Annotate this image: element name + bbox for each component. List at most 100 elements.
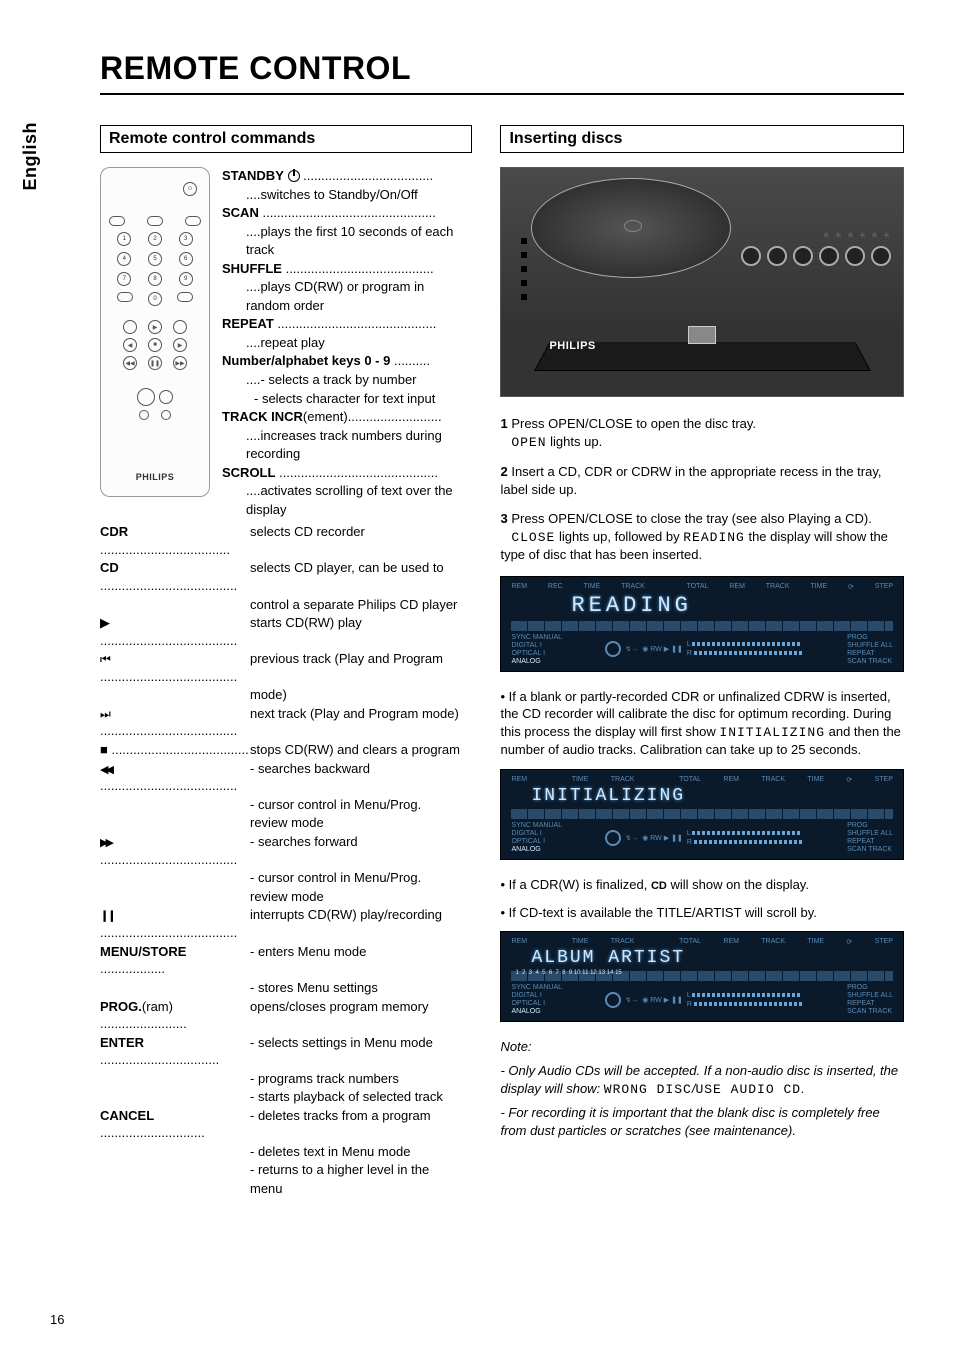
cmd-lead: [100, 1180, 250, 1198]
cmd-numkeys-desc2: - selects character for text input: [222, 390, 453, 408]
cmd-row: ......................................pr…: [100, 650, 472, 685]
bullet-cdtext: • If CD-text is available the TITLE/ARTI…: [500, 904, 904, 922]
remote-cancel: [161, 410, 171, 420]
cmd-lead: [100, 869, 250, 887]
cmd-desc: stops CD(RW) and clears a program: [250, 741, 472, 759]
jog-icon: [605, 641, 621, 657]
column-left: Remote control commands ⏻ 1 2 3 4 5: [100, 125, 472, 1199]
cmd-desc: - deletes tracks from a program: [250, 1107, 472, 1142]
cmd-lead: [100, 1143, 250, 1161]
device-illustration: ⦿⦿⦿⦿⦿⦿ PHILIPS: [500, 167, 904, 397]
step-3-lcd1: CLOSE: [511, 530, 555, 545]
remote-navpad: ▶ ◀ ▶ ■ ◀◀ ▶▶ ❚❚: [123, 320, 187, 384]
remote-prog: [159, 390, 173, 404]
note-2: - For recording it is important that the…: [500, 1104, 904, 1139]
step-1-lcd: OPEN: [511, 435, 546, 450]
display-trackbar: [511, 621, 893, 631]
note-title: Note:: [500, 1038, 904, 1056]
display-bottom-row: SYNC MANUAL DIGITAL I OPTICAL I ANALOG ↯…: [511, 634, 893, 665]
content-columns: Remote control commands ⏻ 1 2 3 4 5: [100, 125, 904, 1199]
remote-btn-scroll: [177, 292, 193, 302]
cmd-desc: - returns to a higher level in the: [250, 1161, 472, 1179]
cmd-lead: [100, 1088, 250, 1106]
remote-btn-scan: [109, 216, 125, 226]
cmd-repeat-label: REPEAT: [222, 316, 274, 331]
remote-nav-cdr: [123, 320, 137, 334]
power-icon: [288, 170, 300, 182]
cmd-desc: selects CD player, can be used to: [250, 559, 472, 594]
cmd-numkeys-desc: ....- selects a track by number: [222, 371, 453, 389]
prev-icon: [100, 650, 111, 668]
note-block: Note: - Only Audio CDs will be accepted.…: [500, 1038, 904, 1139]
device-knobs: [741, 246, 891, 266]
cmd-desc: - programs track numbers: [250, 1070, 472, 1088]
cmd-scan-dots: ........................................…: [262, 205, 435, 220]
display-panel-reading: REMRECTIMETRACKTOTALREMTRACKTIME⟳STEP RE…: [500, 576, 904, 672]
cmd-row: - cursor control in Menu/Prog.: [100, 869, 472, 887]
cmd-row: - cursor control in Menu/Prog.: [100, 796, 472, 814]
cmd-desc: review mode: [250, 888, 472, 906]
left-subheader: Remote control commands: [100, 125, 472, 153]
cmd-desc: - searches forward: [250, 833, 472, 868]
cmd-row: CANCEL .............................- de…: [100, 1107, 472, 1142]
cmd-desc: - enters Menu mode: [250, 943, 472, 978]
cmd-lead: ......................................: [100, 760, 250, 795]
cmd-lead: [100, 888, 250, 906]
cmd-desc: menu: [250, 1180, 472, 1198]
cmd-desc: previous track (Play and Program: [250, 650, 472, 685]
remote-num-5: 5: [148, 252, 162, 266]
cmd-row: ......................................- …: [100, 833, 472, 868]
cmd-lead: [100, 796, 250, 814]
cmd-desc: - selects settings in Menu mode: [250, 1034, 472, 1069]
remote-brand: PHILIPS: [101, 472, 209, 482]
remote-btn-repeat: [185, 216, 201, 226]
remote-nav-stop: ■: [148, 338, 162, 352]
cmd-shuffle-desc: ....plays CD(RW) or program in: [222, 278, 453, 296]
cmd-shuffle-label: SHUFFLE: [222, 261, 282, 276]
remote-num-6: 6: [179, 252, 193, 266]
cmd-row: - deletes text in Menu mode: [100, 1143, 472, 1161]
disc-icon: [531, 178, 731, 278]
cmd-numkeys-dots: ..........: [394, 353, 430, 368]
display-trackbar-3: [511, 971, 893, 981]
cmd-desc: selects CD recorder: [250, 523, 472, 558]
cmd-row: - returns to a higher level in the: [100, 1161, 472, 1179]
remote-nav-next: ▶: [173, 338, 187, 352]
cmd-row: control a separate Philips CD player: [100, 596, 472, 614]
cmd-row: PROG.(ram) ........................opens…: [100, 998, 472, 1033]
bullet-finalized: • If a CDR(W) is finalized, CD will show…: [500, 876, 904, 894]
cmd-row: mode): [100, 686, 472, 704]
cmd-lead: ......................................: [100, 833, 250, 868]
cmd-lead: ......................................: [100, 906, 250, 941]
remote-nav-cd: [173, 320, 187, 334]
remote-enter: [139, 410, 149, 420]
cmd-desc: - starts playback of selected track: [250, 1088, 472, 1106]
cmd-row: ......................................- …: [100, 760, 472, 795]
cmd-lead: CDR ....................................: [100, 523, 250, 558]
cmd-desc: next track (Play and Program mode): [250, 705, 472, 740]
cmd-row: ......................................st…: [100, 741, 472, 759]
display-initializing-text: INITIALIZING: [531, 786, 893, 806]
cmd-repeat-desc: ....repeat play: [222, 334, 453, 352]
display-panel-initializing: REMTIMETRACKTOTALREMTRACKTIME⟳STEP INITI…: [500, 769, 904, 860]
cmd-row: - stores Menu settings: [100, 979, 472, 997]
cmd-desc: opens/closes program memory: [250, 998, 472, 1033]
display-top-labels: REMRECTIMETRACKTOTALREMTRACKTIME⟳STEP: [511, 583, 893, 591]
cmd-row: - starts playback of selected track: [100, 1088, 472, 1106]
remote-num-2: 2: [148, 232, 162, 246]
cmd-desc: - stores Menu settings: [250, 979, 472, 997]
cmd-desc: - cursor control in Menu/Prog.: [250, 869, 472, 887]
cmd-trackincr-desc: ....increases track numbers during: [222, 427, 453, 445]
cmd-trackincr-label: TRACK INCR: [222, 409, 303, 424]
step-2: 2 Insert a CD, CDR or CDRW in the approp…: [500, 463, 904, 498]
cmd-lead: [100, 979, 250, 997]
rew-icon: [100, 760, 111, 778]
remote-btn-trackincr: [117, 292, 133, 302]
remote-num-1: 1: [117, 232, 131, 246]
display-trackbar-2: [511, 809, 893, 819]
remote-nav-prev: ◀: [123, 338, 137, 352]
language-tab: English: [20, 122, 41, 191]
cmd-desc: - deletes text in Menu mode: [250, 1143, 472, 1161]
remote-wheel: [137, 388, 155, 406]
note-lcd-wrong: WRONG DISC: [604, 1082, 692, 1097]
